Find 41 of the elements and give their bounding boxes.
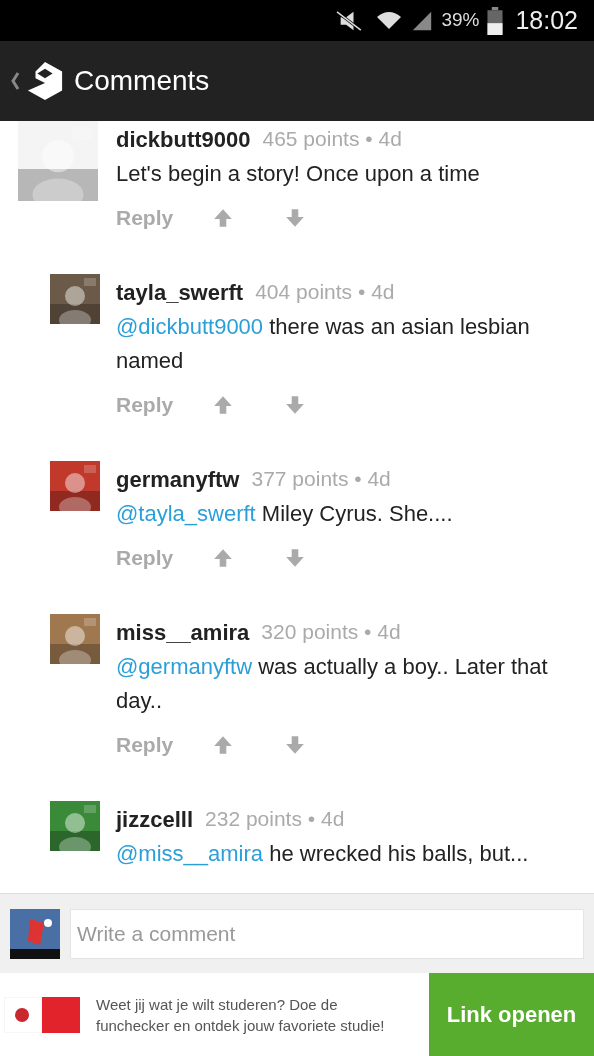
downvote-icon[interactable] (284, 547, 306, 569)
comment-meta: 232 points • 4d (205, 806, 345, 833)
comment-field[interactable]: Write a comment (70, 908, 584, 959)
signal-icon (411, 9, 434, 32)
page-title: Comments (74, 64, 210, 98)
comment-text: Let's begin a story! Once upon a time (116, 160, 481, 188)
battery-percent: 39% (441, 8, 480, 33)
username[interactable]: germanyftw (116, 462, 240, 496)
link-open-button[interactable]: Link openen (429, 973, 594, 1056)
comment-text: @miss__amira he wrecked his balls, but... (116, 840, 530, 868)
comment-meta: 320 points • 4d (261, 619, 401, 646)
upvote-icon[interactable] (212, 547, 234, 569)
mention-link[interactable]: @tayla_swerft (116, 501, 256, 526)
logo-icon (26, 60, 64, 102)
username[interactable]: dickbutt9000 (116, 122, 251, 156)
clock: 18:02 (515, 4, 578, 36)
mention-link[interactable]: @germanyftw (116, 654, 253, 679)
mention-link[interactable]: @miss__amira (116, 841, 264, 866)
comment-meta: 377 points • 4d (251, 466, 391, 493)
downvote-icon[interactable] (284, 207, 306, 229)
username[interactable]: jizzcelll (116, 802, 194, 836)
upvote-icon[interactable] (212, 394, 234, 416)
comment-meta: 404 points • 4d (255, 279, 395, 306)
reply-button[interactable]: Reply (116, 202, 212, 234)
upvote-icon[interactable] (212, 207, 234, 229)
back-icon[interactable] (10, 71, 20, 91)
downvote-icon[interactable] (284, 394, 306, 416)
username[interactable]: miss__amira (116, 615, 250, 649)
battery-icon (487, 6, 504, 35)
comment-text: @tayla_swerft Miley Cyrus. She.... (116, 500, 454, 528)
reply-button[interactable]: Reply (116, 542, 212, 574)
reply-button[interactable]: Reply (116, 389, 212, 421)
mention-link[interactable]: @dickbutt9000 (116, 314, 264, 339)
ad-text: Weet jij wat je wilt studeren? Doe de funchecker en ontdek jouw favoriete studie! (96, 994, 386, 1036)
upvote-icon[interactable] (212, 734, 234, 756)
downvote-icon[interactable] (284, 734, 306, 756)
comment-meta: 465 points • 4d (262, 126, 402, 153)
comment-text: @germanyftw was actually a boy.. Later that day.. (116, 653, 549, 715)
comment-text: @dickbutt9000 there was an asian lesbian named (116, 313, 531, 375)
username[interactable]: tayla_swerft (116, 275, 244, 309)
reply-button[interactable]: Reply (116, 729, 212, 761)
